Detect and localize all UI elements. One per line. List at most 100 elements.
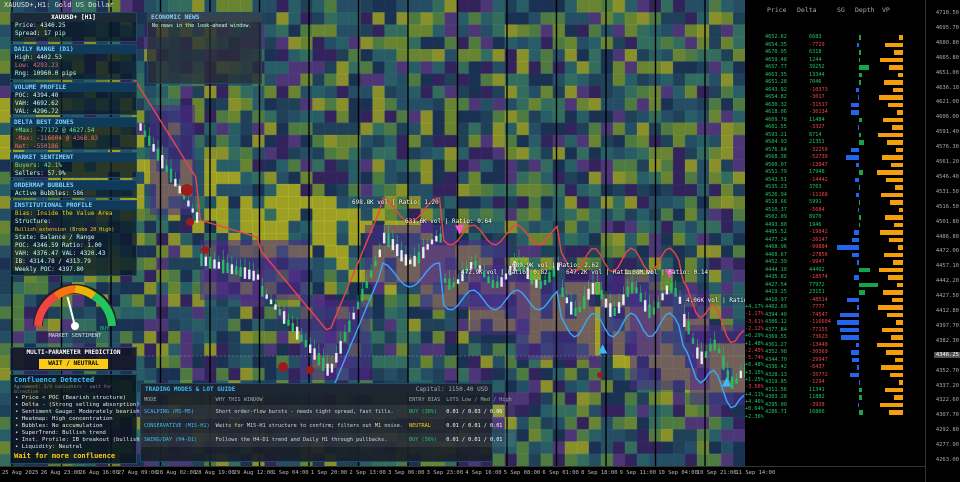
ob-row[interactable]: 4654.35 -7729 xyxy=(745,42,925,49)
ob-row[interactable]: 4609.78 11484 xyxy=(745,117,925,124)
ob-row[interactable]: 4643.92 -10373 xyxy=(745,87,925,94)
heatmap-cell xyxy=(252,367,265,381)
heatmap-cell xyxy=(360,0,374,13)
ob-row[interactable]: 4493.80 1946 xyxy=(745,222,925,229)
ob-volume-profile-bar xyxy=(882,155,903,160)
ob-depth-bar xyxy=(859,267,871,272)
heatmap-cell xyxy=(156,245,169,259)
heatmap-cell xyxy=(216,355,229,369)
ob-row[interactable]: 4593.21 8714 xyxy=(745,132,925,139)
heatmap-cell xyxy=(528,404,542,418)
ob-row[interactable]: 4551.79 17948 xyxy=(745,169,925,176)
ob-row[interactable]: 4659.48 1244 xyxy=(745,57,925,64)
heatmap-cell xyxy=(228,331,241,344)
heatmap-cell xyxy=(600,134,614,148)
heatmap-cell xyxy=(480,183,494,197)
heatmap-cell xyxy=(480,36,494,50)
heatmap-cell xyxy=(180,343,193,357)
trading-mode-row[interactable]: SWING/DAY (H4-D1) Follows the H4-D1 trend… xyxy=(141,433,515,447)
heatmap-cell xyxy=(348,36,362,50)
ob-row[interactable]: 4485.52 -19842 xyxy=(745,229,925,236)
ob-row[interactable]: 4311.56 11341 xyxy=(745,387,925,394)
ob-depth-bar xyxy=(859,50,861,55)
ob-row[interactable]: 4444.10 44492 xyxy=(745,267,925,274)
heatmap-cell xyxy=(444,122,458,136)
ob-row[interactable]: 4369.55 -73623 xyxy=(745,334,925,341)
ob-row[interactable]: 4377.84 -77155 xyxy=(745,327,925,334)
ob-row[interactable]: 4336.42 -6437 xyxy=(745,364,925,371)
heatmap-cell xyxy=(420,367,434,381)
ob-row[interactable]: 4344.70 -29947 xyxy=(745,357,925,364)
ob-row[interactable]: 4468.96 -99884 xyxy=(745,244,925,251)
ob-row[interactable]: 4427.54 77972 xyxy=(745,282,925,289)
ob-row[interactable]: 4502.09 8970 xyxy=(745,214,925,221)
ob-row[interactable]: 4568.36 -52739 xyxy=(745,154,925,161)
candle-body xyxy=(622,294,625,305)
ob-row[interactable]: 4618.06 -30134 xyxy=(745,109,925,116)
heatmap-cell xyxy=(324,73,337,87)
heatmap-cell xyxy=(120,331,133,344)
candle-body xyxy=(322,357,325,371)
heatmap-cell xyxy=(396,367,410,381)
ob-row[interactable]: 4560.07 -13847 xyxy=(745,162,925,169)
ob-row[interactable]: 4303.28 11882 xyxy=(745,394,925,401)
ob-row[interactable]: 4319.85 -1294 xyxy=(745,379,925,386)
ob-row[interactable]: 4657.77 39252 xyxy=(745,64,925,71)
heatmap-cell xyxy=(324,134,337,148)
heatmap-cell xyxy=(252,85,265,99)
ob-row[interactable]: 4535.23 3763 xyxy=(745,184,925,191)
heatmap-cell xyxy=(240,134,253,148)
ob-delta: -29947 xyxy=(809,356,828,363)
price-axis[interactable]: 4710.50 4695.70 4680.80 4665.80 4651.00 4636.… xyxy=(925,0,960,482)
ob-row[interactable]: 4601.55 -3327 xyxy=(745,124,925,131)
heatmap-cell xyxy=(733,282,746,295)
heatmap-cell xyxy=(709,441,722,455)
ob-row[interactable]: 4435.82 -18574 xyxy=(745,274,925,281)
heatmap-cell xyxy=(696,220,710,234)
ob-row[interactable]: 4410.97 -48514 xyxy=(745,297,925,304)
heatmap-cell xyxy=(528,98,542,111)
heatmap-cell xyxy=(408,0,422,13)
ob-row[interactable]: 4361.27 -13448 xyxy=(745,342,925,349)
heatmap-cell xyxy=(336,159,350,173)
trading-mode-row[interactable]: CONSERVATIVE (M15-H1) Waits for M15-H1 st… xyxy=(141,419,515,433)
trading-mode-row[interactable]: SCALPING (M1-M5) Short order-flow bursts … xyxy=(141,405,515,419)
ob-row[interactable]: 4526.94 -11168 xyxy=(745,192,925,199)
ob-row[interactable]: 4630.32 -31517 xyxy=(745,102,925,109)
ob-row[interactable]: 4510.37 -5684 xyxy=(745,207,925,214)
ob-row[interactable]: 4386.12 -116604 xyxy=(745,319,925,326)
heatmap-cell xyxy=(600,183,614,197)
ob-row[interactable]: 4460.67 -27856 xyxy=(745,252,925,259)
heatmap-cell xyxy=(600,49,614,62)
ob-row[interactable]: 4452.39 -9947 xyxy=(745,259,925,266)
heatmap-cell xyxy=(576,36,590,50)
ob-row[interactable]: 4402.69 -7777 xyxy=(745,304,925,311)
heatmap-cell xyxy=(396,183,410,197)
candle-body xyxy=(678,296,682,304)
ob-row[interactable]: 4576.64 -32250 xyxy=(745,147,925,154)
ob-row[interactable]: 4654.82 -3017 xyxy=(745,94,925,101)
ob-row[interactable]: 4419.25 23151 xyxy=(745,289,925,296)
candle-body xyxy=(248,269,251,280)
ob-row[interactable]: 4670.05 6318 xyxy=(745,49,925,56)
ob-row[interactable]: 4394.40 -74547 xyxy=(745,312,925,319)
heatmap-cell xyxy=(348,122,362,136)
candle-body xyxy=(369,270,373,278)
heatmap-cell xyxy=(312,183,325,197)
ob-row[interactable]: 4651.28 7046 xyxy=(745,79,925,86)
ob-depth-bar xyxy=(857,207,859,212)
heatmap-cell xyxy=(696,196,710,210)
ob-row[interactable]: 4286.71 16866 xyxy=(745,409,925,416)
ob-volume-profile-bar xyxy=(892,125,903,130)
ob-row[interactable]: 4295.00 -3938 xyxy=(745,402,925,409)
ob-row[interactable]: 4663.35 13344 xyxy=(745,72,925,79)
ob-row[interactable]: 4518.66 5991 xyxy=(745,199,925,206)
ob-row[interactable]: 4543.51 -14442 xyxy=(745,177,925,184)
ob-row[interactable]: 4652.62 6683 xyxy=(745,34,925,41)
time-axis[interactable]: 25 Aug 2025 26 Aug 23:00 26 Aug 16:00 27 Au… xyxy=(0,466,925,482)
ob-row[interactable]: 4584.93 21351 xyxy=(745,139,925,146)
ob-row[interactable]: 4352.98 -30369 xyxy=(745,349,925,356)
ob-row[interactable]: 4477.24 -26147 xyxy=(745,237,925,244)
ob-row[interactable]: 4328.13 -35772 xyxy=(745,372,925,379)
heatmap-cell xyxy=(312,61,325,75)
